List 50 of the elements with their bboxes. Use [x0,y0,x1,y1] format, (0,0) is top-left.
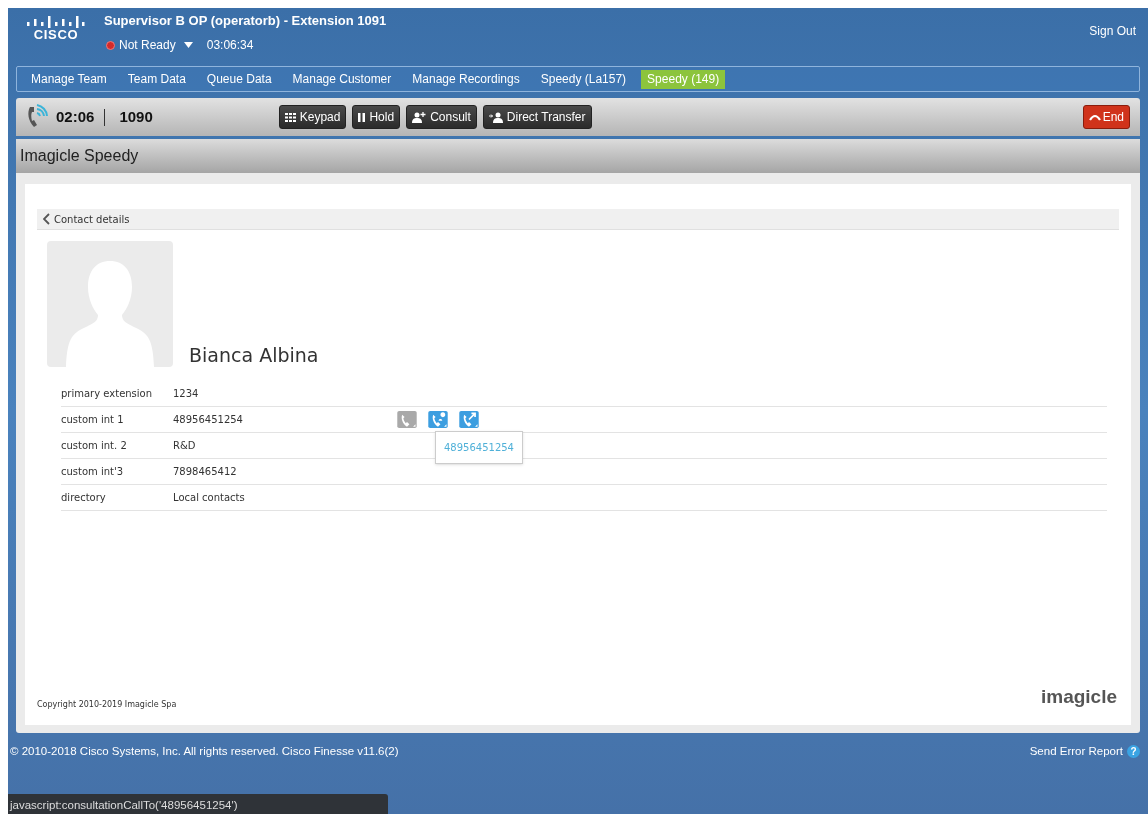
send-error-report-link[interactable]: Send Error Report ? [1029,743,1140,761]
nav-tab[interactable]: Manage Recordings [406,69,526,89]
hang-up-icon [1088,113,1101,121]
field-value: 7898465412 [173,465,238,479]
number-tooltip[interactable]: 48956451254 [435,431,523,464]
help-icon: ? [1127,745,1140,759]
caller-number: 1090 [119,106,153,127]
nav-tab[interactable]: Queue Data [200,69,278,89]
field-value: 1234 [173,387,200,401]
state-timer: 03:06:34 [206,37,254,54]
field-label: directory [61,491,107,505]
phone-consult-button[interactable] [428,411,448,428]
contact-name: Bianca Albina [189,346,319,365]
footer-copyright: © 2010-2018 Cisco Systems, Inc. All rights reserved. Cisco Finesse v11.6(2) [10,744,399,759]
field-value: R&D [173,439,197,453]
call-duration: 02:06 [56,106,95,127]
cisco-logo-text: CISCO [33,28,79,41]
gadget-title: Imagicle Speedy [20,146,139,166]
nav-tab[interactable]: Speedy (La157) [534,69,633,89]
transfer-person-icon [488,111,503,123]
consult-button[interactable]: Consult [406,105,477,129]
phone-call-icon [26,104,48,130]
keypad-button[interactable]: Keypad [278,105,347,129]
transfer-button[interactable]: Direct Transfer [482,105,592,129]
field-label: custom int 1 [61,413,125,427]
pause-icon [358,112,366,122]
gadget-copyright: Copyright 2010-2019 Imagicle Spa [37,699,177,711]
phone-button[interactable] [397,411,417,428]
field-label: primary extension [61,387,154,401]
nav-tab[interactable]: Team Data [121,69,192,89]
field-value: Local contacts [173,491,246,505]
cisco-bars-icon [26,15,86,29]
hold-button[interactable]: Hold [352,105,401,129]
agent-state-dropdown[interactable]: Not Ready [104,36,193,54]
imagicle-logo-text: imagicle [1040,684,1118,709]
status-url: javascript:consultationCallTo('48956451254') [10,798,238,813]
nav-tab[interactable]: Manage Team [25,69,113,89]
phone-transfer-button[interactable] [459,411,479,428]
caret-icon [183,42,193,48]
back-chevron-icon [43,213,50,225]
add-person-icon [412,111,427,123]
keypad-icon [284,112,296,122]
nav-tab[interactable]: Manage Customer [286,69,398,89]
field-label: custom int'3 [61,465,125,479]
field-value: 48956451254 [173,413,244,427]
agent-title: Supervisor B OP (operatorb) - Extension 1091 [104,12,387,30]
end-call-button[interactable]: End [1082,105,1130,129]
back-bar[interactable]: Contact details [37,209,1119,230]
field-label: custom int. 2 [61,439,128,453]
sign-out-link[interactable]: Sign Out [1089,22,1136,40]
